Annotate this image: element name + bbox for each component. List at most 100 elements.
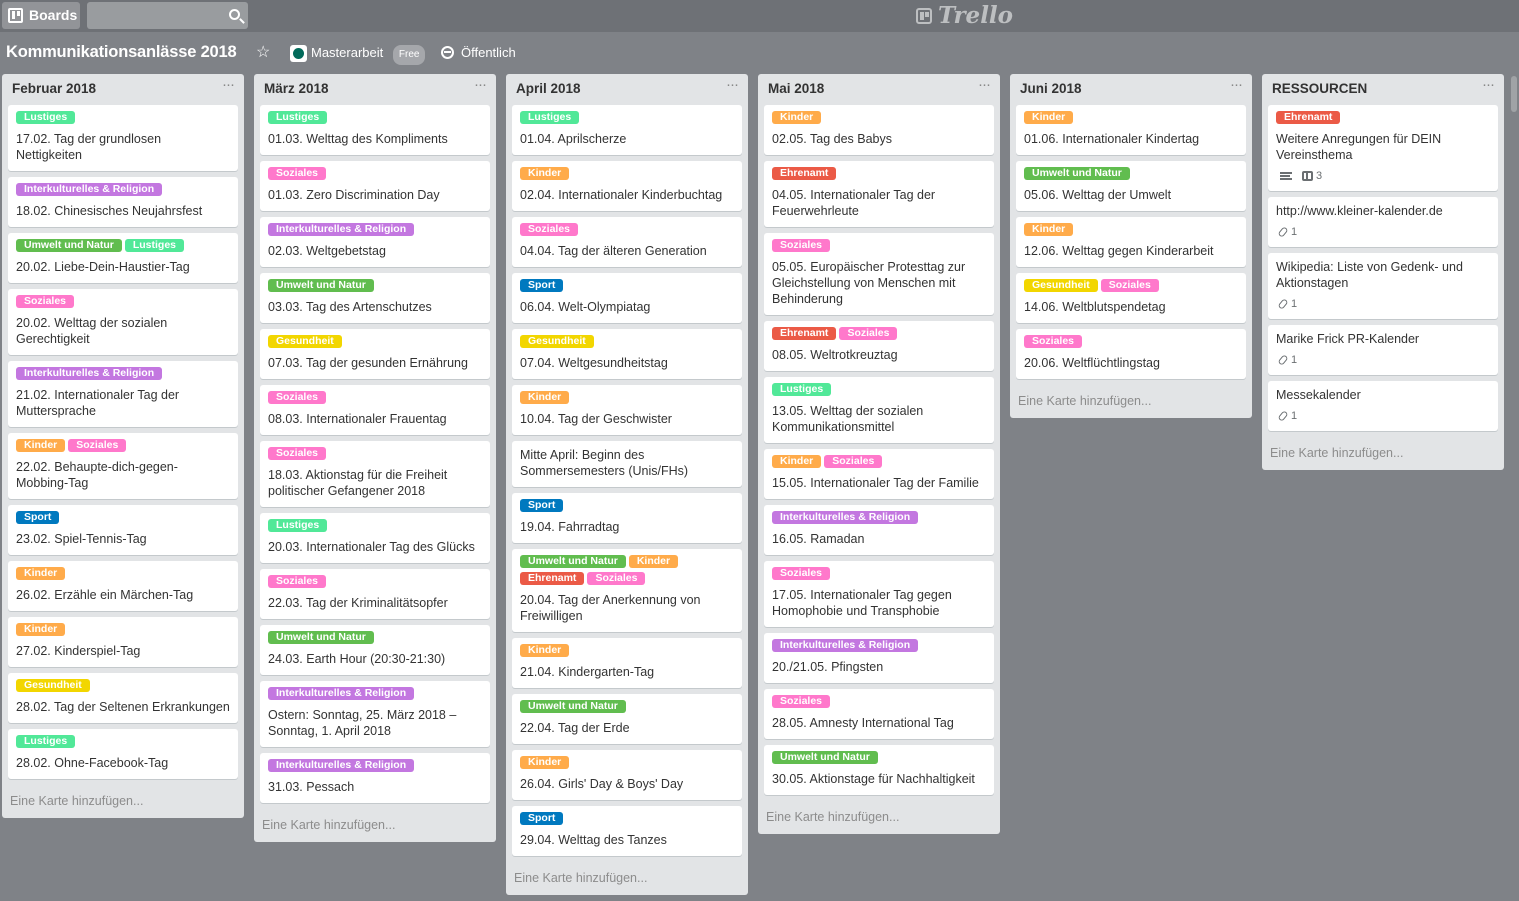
card[interactable]: Kinder 26.02. Erzähle ein Märchen-Tag [8,561,238,611]
card[interactable]: Soziales 17.05. Internationaler Tag gegen… [764,561,994,627]
card[interactable]: Gesundheit 28.02. Tag der Seltenen Erkran… [8,673,238,723]
card-label[interactable]: Soziales [1024,335,1083,348]
trello-logo[interactable]: Trello [916,3,1013,29]
card[interactable]: Interkulturelles & Religion Ostern: Sonnt… [260,681,490,747]
card-label[interactable]: Umwelt und Natur [268,631,374,644]
card[interactable]: Lustiges 01.03. Welttag des Kompliments [260,105,490,155]
card-label[interactable]: Interkulturelles & Religion [772,511,919,524]
card[interactable]: Soziales 04.04. Tag der älteren Generatio… [512,217,742,267]
card[interactable]: Kinder Soziales 22.02. Behaupte-dich-gegen… [8,433,238,499]
card[interactable]: Interkulturelles & Religion 16.05. Ramada… [764,505,994,555]
card-label[interactable]: Gesundheit [268,335,342,348]
card-label[interactable]: Kinder [16,623,66,636]
card[interactable]: Wikipedia: Liste von Gedenk- und Aktions… [1268,253,1498,319]
card-label[interactable]: Ehrenamt [772,167,837,180]
card[interactable]: Lustiges 01.04. Aprilscherze [512,105,742,155]
card[interactable]: Mitte April: Beginn des Sommersemesters … [512,441,742,487]
card[interactable]: Gesundheit 07.03. Tag der gesunden Ernähr… [260,329,490,379]
card-label[interactable]: Sport [16,511,60,524]
search-icon[interactable] [229,9,240,20]
card[interactable]: Kinder 01.06. Internationaler Kindertag [1016,105,1246,155]
card-label[interactable]: Interkulturelles & Religion [16,183,163,196]
card-label[interactable]: Kinder [1024,223,1074,236]
card-label[interactable]: Umwelt und Natur [520,555,626,568]
card-label[interactable]: Umwelt und Natur [520,700,626,713]
card-label[interactable]: Sport [520,279,564,292]
search-input[interactable] [87,2,248,29]
visibility-button[interactable]: Öffentlich [441,44,516,62]
card-label[interactable]: Soziales [824,455,883,468]
card[interactable]: Umwelt und Natur Lustiges 20.02. Liebe-Dei… [8,233,238,283]
card-label[interactable]: Soziales [839,327,898,340]
card-label[interactable]: Sport [520,499,564,512]
card-label[interactable]: Soziales [268,167,327,180]
card-label[interactable]: Soziales [587,572,646,585]
card-label[interactable]: Soziales [268,391,327,404]
card[interactable]: Ehrenamt 04.05. Internationaler Tag der F… [764,161,994,227]
card-label[interactable]: Lustiges [520,111,580,124]
card[interactable]: Lustiges 28.02. Ohne-Facebook-Tag [8,729,238,779]
add-card-link[interactable]: Eine Karte hinzufügen... [512,862,742,895]
card[interactable]: Interkulturelles & Religion 18.02. Chines… [8,177,238,227]
card[interactable]: Umwelt und Natur Kinder Ehrenamt Soziales 20… [512,549,742,632]
card[interactable]: Ehrenamt Soziales 08.05. Weltrotkreuztag [764,321,994,371]
card[interactable]: Sport 19.04. Fahrradtag [512,493,742,543]
card-label[interactable]: Kinder [520,391,570,404]
card-label[interactable]: Soziales [268,447,327,460]
card[interactable]: Umwelt und Natur 05.06. Welttag der Umwel… [1016,161,1246,211]
card-label[interactable]: Umwelt und Natur [1024,167,1130,180]
card-label[interactable]: Kinder [772,455,822,468]
add-card-link[interactable]: Eine Karte hinzufügen... [764,801,994,834]
card[interactable]: Interkulturelles & Religion 31.03. Pessac… [260,753,490,803]
card-label[interactable]: Soziales [772,567,831,580]
list-title[interactable]: RESSOURCEN [1272,81,1367,96]
card-label[interactable]: Gesundheit [520,335,594,348]
card[interactable]: Lustiges 17.02. Tag der grundlosen Nettig… [8,105,238,171]
boards-button[interactable]: Boards [2,2,80,29]
add-card-link[interactable]: Eine Karte hinzufügen... [8,785,238,818]
card[interactable]: Soziales 18.03. Aktionstag für die Freihe… [260,441,490,507]
card-label[interactable]: Kinder [520,756,570,769]
card[interactable]: Soziales 22.03. Tag der Kriminalitätsopfe… [260,569,490,619]
card[interactable]: Soziales 05.05. Europäischer Protesttag z… [764,233,994,315]
card-label[interactable]: Umwelt und Natur [268,279,374,292]
card[interactable]: Kinder 10.04. Tag der Geschwister [512,385,742,435]
add-card-link[interactable]: Eine Karte hinzufügen... [260,809,490,842]
card-label[interactable]: Kinder [16,439,66,452]
card-label[interactable]: Kinder [1024,111,1074,124]
card[interactable]: Ehrenamt Weitere Anregungen für DEIN Vere… [1268,105,1498,191]
card-label[interactable]: Kinder [16,567,66,580]
card[interactable]: Kinder 02.04. Internationaler Kinderbucht… [512,161,742,211]
card[interactable]: Lustiges 13.05. Welttag der sozialen Komm… [764,377,994,443]
card-label[interactable]: Gesundheit [16,679,90,692]
card-label[interactable]: Ehrenamt [520,572,585,585]
card[interactable]: Soziales 20.06. Weltflüchtlingstag [1016,329,1246,379]
card-label[interactable]: Interkulturelles & Religion [772,639,919,652]
card[interactable]: Soziales 20.02. Welttag der sozialen Gere… [8,289,238,355]
card[interactable]: Kinder 26.04. Girls' Day & Boys' Day [512,750,742,800]
card[interactable]: Kinder 12.06. Welttag gegen Kinderarbeit [1016,217,1246,267]
list-menu-icon[interactable]: ··· [978,76,991,93]
card[interactable]: Kinder 27.02. Kinderspiel-Tag [8,617,238,667]
card-label[interactable]: Interkulturelles & Religion [16,367,163,380]
card-label[interactable]: Kinder [520,167,570,180]
card-label[interactable]: Lustiges [268,519,328,532]
card-label[interactable]: Interkulturelles & Religion [268,223,415,236]
card[interactable]: Soziales 28.05. Amnesty International Tag [764,689,994,739]
card[interactable]: Umwelt und Natur 03.03. Tag des Artenschu… [260,273,490,323]
card-label[interactable]: Gesundheit [1024,279,1098,292]
card-label[interactable]: Interkulturelles & Religion [268,759,415,772]
card[interactable]: Gesundheit 07.04. Weltgesundheitstag [512,329,742,379]
list-title[interactable]: Mai 2018 [768,81,824,96]
team-button[interactable]: Masterarbeit Free [290,44,426,65]
card-label[interactable]: Lustiges [124,239,185,252]
card-label[interactable]: Interkulturelles & Religion [268,687,415,700]
card-label[interactable]: Soziales [68,439,127,452]
list-menu-icon[interactable]: ··· [474,76,487,93]
card[interactable]: Umwelt und Natur 30.05. Aktionstage für N… [764,745,994,795]
card[interactable]: Gesundheit Soziales 14.06. Weltblutspendet… [1016,273,1246,323]
card[interactable]: Sport 06.04. Welt-Olympiatag [512,273,742,323]
list-title[interactable]: Juni 2018 [1020,81,1082,96]
card[interactable]: Kinder Soziales 15.05. Internationaler Tag… [764,449,994,499]
card-label[interactable]: Soziales [268,575,327,588]
